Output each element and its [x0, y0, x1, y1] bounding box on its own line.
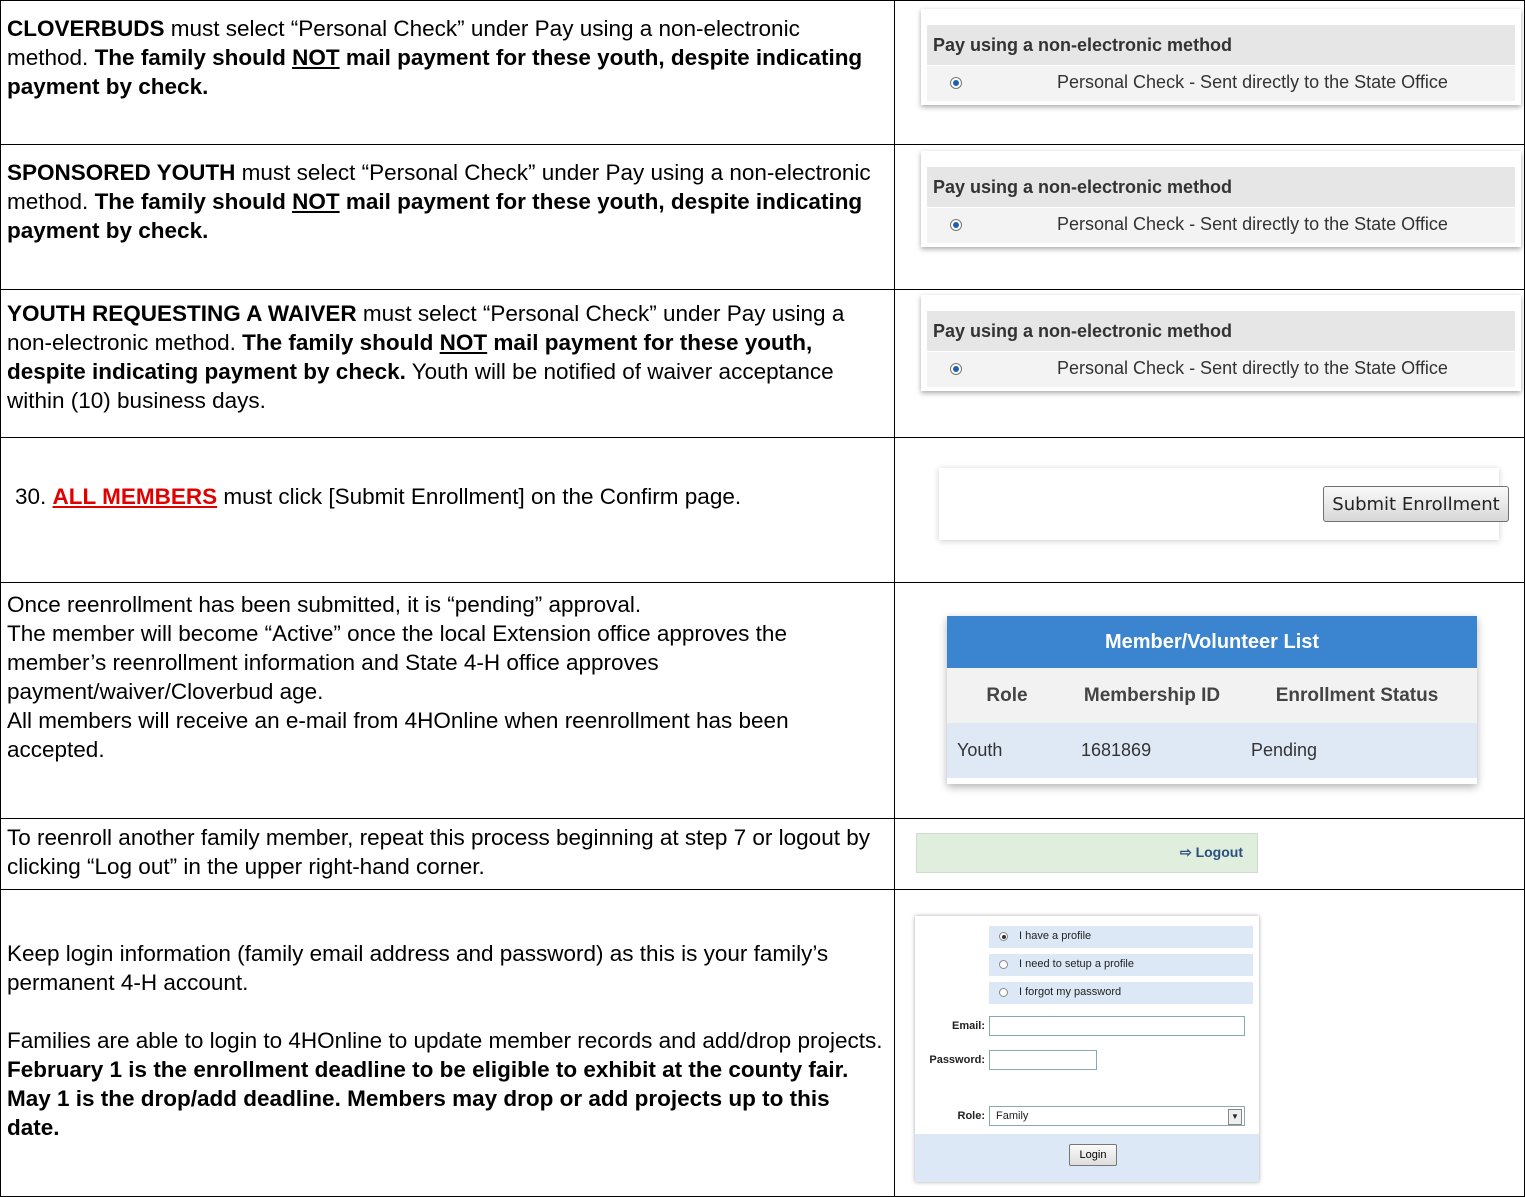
- role-value: Family: [996, 1110, 1029, 1122]
- radio-selected-icon[interactable]: [950, 219, 962, 231]
- login-panel: I have a profile I need to setup a profi…: [915, 916, 1259, 1182]
- role-label: Role:: [957, 1110, 986, 1122]
- radio-icon[interactable]: [999, 988, 1008, 997]
- pay-method-panel: Pay using a non-electronic method Person…: [921, 151, 1521, 247]
- personal-check-label: Personal Check - Sent directly to the St…: [1057, 72, 1448, 92]
- personal-check-label: Personal Check - Sent directly to the St…: [1057, 214, 1448, 234]
- row-waiver-text: YOUTH REQUESTING A WAIVER must select “P…: [7, 301, 845, 413]
- login-keep-paragraph: Keep login information (family email add…: [7, 941, 829, 995]
- cell-membership-id: 1681869: [1067, 723, 1237, 778]
- email-label: Email:: [951, 1020, 985, 1032]
- row-logout: To reenroll another family member, repea…: [1, 818, 1524, 889]
- option-setup-profile[interactable]: I need to setup a profile: [989, 954, 1253, 976]
- dropdown-arrow-icon[interactable]: ▼: [1228, 1109, 1242, 1125]
- deadline-paragraph: Families are able to login to 4HOnline t…: [7, 1028, 883, 1140]
- member-volunteer-list: Member/Volunteer List Role Membership ID…: [947, 616, 1477, 784]
- col-header-role: Role: [947, 668, 1067, 723]
- login-button[interactable]: Login: [1069, 1144, 1117, 1166]
- password-field[interactable]: [989, 1050, 1097, 1070]
- row-pending-text: Once reenrollment has been submitted, it…: [7, 590, 887, 764]
- personal-check-option[interactable]: Personal Check - Sent directly to the St…: [927, 351, 1515, 387]
- logout-icon: ⇨: [1179, 844, 1192, 860]
- row-sponsored-text: SPONSORED YOUTH must select “Personal Ch…: [7, 160, 871, 243]
- row-cloverbuds-text: CLOVERBUDS must select “Personal Check” …: [7, 16, 863, 99]
- pay-method-header: Pay using a non-electronic method: [927, 25, 1515, 65]
- personal-check-label: Personal Check - Sent directly to the St…: [1057, 358, 1448, 378]
- radio-selected-icon[interactable]: [950, 363, 962, 375]
- password-label: Password:: [929, 1054, 985, 1066]
- logout-bar: ⇨ Logout: [916, 833, 1258, 873]
- radio-selected-icon[interactable]: [999, 932, 1008, 941]
- login-footer: Login: [915, 1134, 1259, 1182]
- option-have-profile[interactable]: I have a profile: [989, 926, 1253, 948]
- option-forgot-password[interactable]: I forgot my password: [989, 982, 1253, 1004]
- active-line: The member will become “Active” once the…: [7, 621, 787, 704]
- personal-check-option[interactable]: Personal Check - Sent directly to the St…: [927, 65, 1515, 101]
- instruction-table: CLOVERBUDS must select “Personal Check” …: [0, 0, 1525, 1197]
- row-login-text: Keep login information (family email add…: [7, 939, 887, 1142]
- pay-method-header: Pay using a non-electronic method: [927, 311, 1515, 351]
- personal-check-option[interactable]: Personal Check - Sent directly to the St…: [927, 207, 1515, 243]
- cell-role: Youth: [947, 723, 1067, 778]
- pay-method-panel: Pay using a non-electronic method Person…: [921, 295, 1521, 391]
- role-select[interactable]: Family ▼: [989, 1106, 1245, 1126]
- row-submit-text: 30. ALL MEMBERS must click [Submit Enrol…: [15, 484, 742, 509]
- submit-panel: Submit Enrollment: [939, 468, 1509, 540]
- submit-enrollment-button[interactable]: Submit Enrollment: [1323, 486, 1509, 522]
- radio-icon[interactable]: [999, 960, 1008, 969]
- row-sponsored-youth: SPONSORED YOUTH must select “Personal Ch…: [1, 144, 1524, 289]
- row-logout-text: To reenroll another family member, repea…: [7, 825, 870, 879]
- row-waiver: YOUTH REQUESTING A WAIVER must select “P…: [1, 289, 1524, 437]
- col-header-membership-id: Membership ID: [1067, 668, 1237, 723]
- pay-method-header: Pay using a non-electronic method: [927, 167, 1515, 207]
- radio-selected-icon[interactable]: [950, 77, 962, 89]
- member-list-title: Member/Volunteer List: [947, 616, 1477, 668]
- cell-enrollment-status: Pending: [1237, 723, 1477, 778]
- row-login-info: Keep login information (family email add…: [1, 889, 1524, 1196]
- row-cloverbuds: CLOVERBUDS must select “Personal Check” …: [1, 1, 1524, 144]
- logout-link[interactable]: ⇨ Logout: [1180, 844, 1243, 861]
- pay-method-panel: Pay using a non-electronic method Person…: [921, 9, 1521, 105]
- email-field[interactable]: [989, 1016, 1245, 1036]
- email-line: All members will receive an e-mail from …: [7, 708, 789, 762]
- col-header-enrollment-status: Enrollment Status: [1237, 668, 1477, 723]
- pending-line: Once reenrollment has been submitted, it…: [7, 592, 642, 617]
